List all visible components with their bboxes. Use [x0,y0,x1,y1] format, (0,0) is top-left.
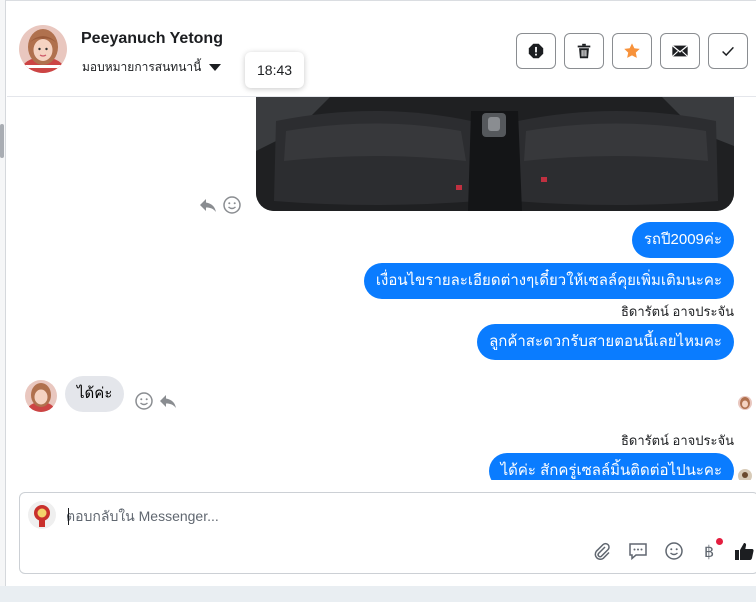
left-rail [0,0,6,602]
checkmark-icon [722,46,734,57]
contact-avatar[interactable] [19,25,67,73]
message-thread[interactable]: รถปี2009ค่ะ เงื่อนไขรายละเอียดต่างๆเดี๋ย… [7,97,756,480]
like-icon[interactable] [733,540,755,562]
reply-icon[interactable] [198,195,218,215]
reply-composer: ฿ [19,492,756,574]
car-interior-photo[interactable] [256,97,734,211]
seen-receipt-avatar [738,396,752,410]
assign-conversation-dropdown[interactable]: มอบหมายการสนทนานี้ [82,58,222,77]
contact-avatar-small[interactable] [25,380,57,412]
react-emoji-icon[interactable] [222,195,242,215]
star-icon [624,43,640,58]
notification-dot [716,538,723,545]
assign-label: มอบหมายการสนทนานี้ [82,60,202,74]
report-icon [528,43,544,59]
attachment-icon[interactable] [591,540,613,562]
trash-icon [577,43,591,59]
outgoing-message[interactable]: ลูกค้าสะดวกรับสายตอนนี้เลยไหมคะ [477,324,734,360]
star-button[interactable] [612,33,652,69]
outgoing-message[interactable]: เงื่อนไขรายละเอียดต่างๆเดี๋ยวให้เซลล์คุย… [363,263,734,299]
emoji-icon[interactable] [663,540,685,562]
text-cursor [68,508,69,525]
sender-name-label: ธิดารัตน์ อาจประจัน [620,304,734,319]
page-avatar [28,501,56,529]
mark-unread-button[interactable] [660,33,700,69]
delete-button[interactable] [564,33,604,69]
sender-avatar-tiny [738,469,752,480]
contact-name[interactable]: Peeyanuch Yetong [81,30,223,48]
report-button[interactable] [516,33,556,69]
svg-text:฿: ฿ [704,542,714,561]
reply-icon[interactable] [158,391,178,411]
react-emoji-icon[interactable] [134,391,154,411]
incoming-message[interactable]: ได้ค่ะ [65,376,125,412]
bottom-strip [0,586,756,602]
sender-name-label: ธิดารัตน์ อาจประจัน [620,433,734,448]
done-button[interactable] [708,33,748,69]
caret-down-icon [209,64,222,71]
message-input[interactable] [66,505,586,527]
resize-handle[interactable] [0,124,4,158]
timestamp-tooltip: 18:43 [245,52,305,88]
saved-replies-icon[interactable] [627,540,649,562]
outgoing-message[interactable]: ได้ค่ะ สักครู่เซลล์มิ้นติดต่อไปนะคะ [488,453,734,480]
envelope-icon [671,45,689,57]
outgoing-message[interactable]: รถปี2009ค่ะ [631,222,734,258]
conversation-header: Peeyanuch Yetong มอบหมายการสนทนานี้ [7,1,756,97]
